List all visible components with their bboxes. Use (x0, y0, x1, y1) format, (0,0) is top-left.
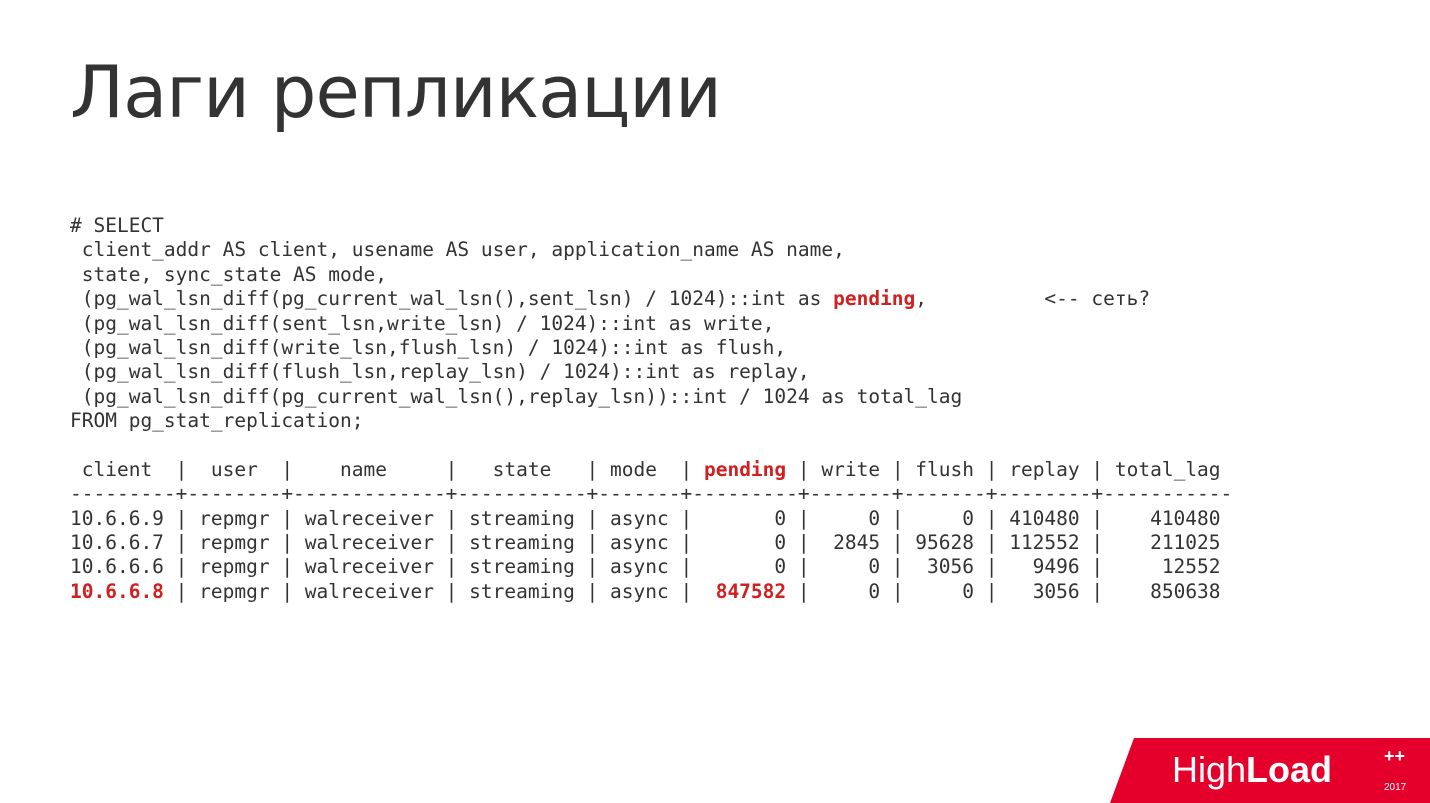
sql-line: state, sync_state AS mode, (70, 263, 387, 286)
table-row: 10.6.6.9 | repmgr | walreceiver | stream… (70, 507, 1221, 530)
table-header-pending: pending (704, 458, 786, 481)
sql-query-block: # SELECT client_addr AS client, usename … (70, 214, 1360, 604)
sql-line: (pg_wal_lsn_diff(write_lsn,flush_lsn) / … (70, 336, 786, 359)
sql-line: (pg_wal_lsn_diff(flush_lsn,replay_lsn) /… (70, 360, 810, 383)
sql-line: (pg_wal_lsn_diff(pg_current_wal_lsn(),re… (70, 385, 962, 408)
slide-title: Лаги репликации (70, 50, 1360, 134)
sql-line: client_addr AS client, usename AS user, … (70, 238, 845, 261)
sql-line: FROM pg_stat_replication; (70, 409, 364, 432)
logo-text-load: Load (1246, 749, 1332, 790)
slide: Лаги репликации # SELECT client_addr AS … (0, 0, 1430, 803)
logo-plus: ++ (1384, 746, 1405, 766)
table-header: | write | flush | replay | total_lag (786, 458, 1220, 481)
highload-logo: HighLoad ++ 2017 (1110, 738, 1430, 803)
sql-line: # SELECT (70, 214, 164, 237)
table-row: 10.6.6.6 | repmgr | walreceiver | stream… (70, 555, 1221, 578)
sql-line: (pg_wal_lsn_diff(sent_lsn,write_lsn) / 1… (70, 312, 774, 335)
table-row-highlight-client: 10.6.6.8 (70, 580, 164, 603)
logo-year: 2017 (1384, 782, 1407, 793)
table-row: | repmgr | walreceiver | streaming | asy… (164, 580, 716, 603)
table-row: 10.6.6.7 | repmgr | walreceiver | stream… (70, 531, 1221, 554)
sql-line: (pg_wal_lsn_diff(pg_current_wal_lsn(),se… (70, 287, 833, 310)
sql-highlight-pending: pending (833, 287, 915, 310)
logo-text-high: High (1172, 749, 1246, 790)
table-header: client | user | name | state | mode | (70, 458, 704, 481)
table-row: | 0 | 0 | 3056 | 850638 (786, 580, 1220, 603)
svg-text:HighLoad: HighLoad (1172, 749, 1332, 790)
sql-line: , <-- сеть? (915, 287, 1150, 310)
table-row-highlight-pending: 847582 (716, 580, 786, 603)
table-separator: ---------+--------+-------------+-------… (70, 482, 1232, 505)
